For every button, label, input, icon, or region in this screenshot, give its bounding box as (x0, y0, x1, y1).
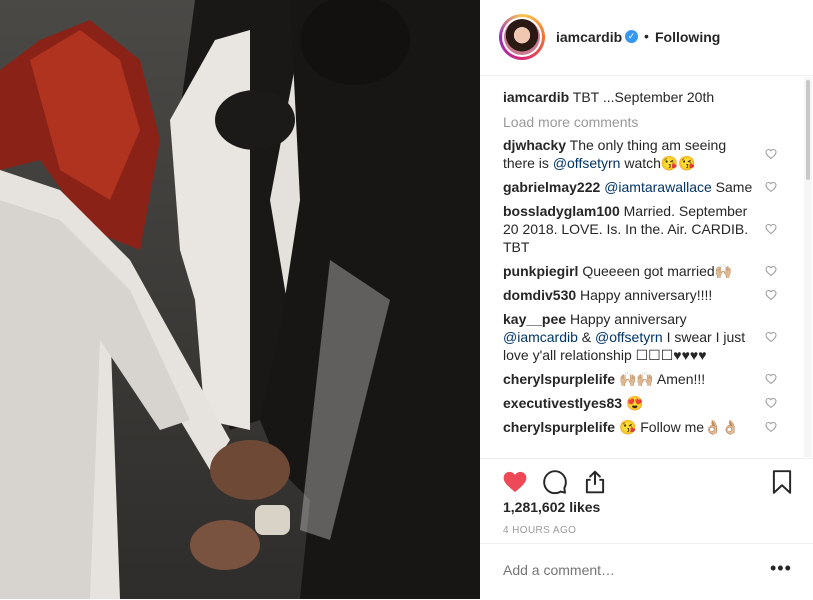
post-details-panel: iamcardib ✓ • Following iamcardib TBT ..… (480, 0, 813, 599)
comment-like-heart-icon[interactable] (765, 421, 777, 433)
comment-like-heart-icon[interactable] (765, 289, 777, 301)
comment-item: executivestlyes83 😍 (503, 394, 783, 412)
comment-like-heart-icon[interactable] (765, 148, 777, 160)
comments-list: iamcardib TBT ...September 20th Load mor… (503, 85, 783, 457)
comments-scrollbar[interactable] (806, 80, 810, 180)
comment-item: bossladyglam100 Married. September 20 20… (503, 202, 783, 256)
separator-dot: • (644, 28, 649, 44)
comment-item: kay__pee Happy anniversary @iamcardib & … (503, 310, 783, 364)
comment-username[interactable]: domdiv530 (503, 287, 576, 303)
comment-item: punkpiegirl Queeeen got married🙌🏼 (503, 262, 783, 280)
post-photo[interactable] (0, 0, 480, 599)
comment-like-heart-icon[interactable] (765, 331, 777, 343)
header-username[interactable]: iamcardib (556, 29, 622, 45)
add-comment-input[interactable] (503, 562, 753, 578)
comment-text: watch😘😘 (620, 155, 696, 171)
avatar-image (504, 19, 540, 55)
comment-username[interactable]: djwhacky (503, 137, 566, 153)
comment-mention-link[interactable]: @iamcardib (503, 329, 578, 345)
likes-label: likes (569, 499, 601, 515)
comment-mention-link[interactable]: @iamtarawallace (604, 179, 712, 195)
comment-item: cherylspurplelife 🙌🏼🙌🏼 Amen!!! (503, 370, 783, 388)
comment-like-heart-icon[interactable] (765, 181, 777, 193)
post-timestamp[interactable]: 4 HOURS AGO (503, 525, 576, 536)
comment-item: djwhacky The only thing am seeing there … (503, 136, 783, 172)
add-comment-bar: ••• (480, 543, 813, 600)
comment-username[interactable]: bossladyglam100 (503, 203, 620, 219)
comment-text: 😍 (625, 395, 644, 411)
verified-badge-icon: ✓ (625, 30, 638, 43)
comment-item: cherylspurplelife 😘 Follow me👌🏼👌🏼 (503, 418, 783, 436)
comment-mention-link[interactable]: @offsetyrn (595, 329, 663, 345)
comment-like-heart-icon[interactable] (765, 223, 777, 235)
photo-scene (0, 0, 480, 599)
comment-username[interactable]: executivestlyes83 (503, 395, 622, 411)
comment-item: gabrielmay222 @iamtarawallace Same (503, 178, 783, 196)
caption-username[interactable]: iamcardib (503, 89, 569, 105)
comment-text: 🙌🏼🙌🏼 Amen!!! (618, 371, 706, 387)
comment-text: Same (711, 179, 753, 195)
comment-username[interactable]: punkpiegirl (503, 263, 578, 279)
comment-item: domdiv530 Happy anniversary!!!! (503, 286, 783, 304)
post-header: iamcardib ✓ • Following (480, 0, 813, 76)
comment-text: 😘 Follow me👌🏼👌🏼 (618, 419, 739, 435)
comment-like-heart-icon[interactable] (765, 397, 777, 409)
load-more-comments-button[interactable]: Load more comments (503, 114, 783, 130)
comment-username[interactable]: cherylspurplelife (503, 371, 615, 387)
likes-number: 1,281,602 (503, 499, 566, 515)
likes-count[interactable]: 1,281,602 likes (503, 499, 600, 515)
comment-username[interactable]: gabrielmay222 (503, 179, 600, 195)
like-heart-icon[interactable] (502, 469, 528, 495)
comment-text: Happy anniversary!!!! (580, 287, 713, 303)
caption-text: TBT ...September 20th (572, 89, 715, 105)
comment-username[interactable]: cherylspurplelife (503, 419, 615, 435)
comment-mention-link[interactable]: @offsetyrn (553, 155, 621, 171)
comment-bubble-icon[interactable] (542, 469, 568, 495)
more-options-icon[interactable]: ••• (770, 558, 792, 579)
comment-like-heart-icon[interactable] (765, 373, 777, 385)
avatar[interactable] (502, 17, 542, 57)
comment-username[interactable]: kay__pee (503, 311, 566, 327)
bookmark-icon[interactable] (769, 469, 795, 495)
comment-text: Happy anniversary (569, 311, 687, 327)
comment-like-heart-icon[interactable] (765, 265, 777, 277)
comment-container: djwhacky The only thing am seeing there … (503, 136, 783, 436)
share-icon[interactable] (582, 469, 608, 495)
comment-text: & (577, 329, 596, 345)
post-caption: iamcardib TBT ...September 20th (503, 88, 783, 106)
following-button[interactable]: Following (655, 29, 720, 45)
comment-text: Queeeen got married🙌🏼 (582, 263, 733, 279)
avatar-story-ring[interactable] (499, 14, 545, 60)
